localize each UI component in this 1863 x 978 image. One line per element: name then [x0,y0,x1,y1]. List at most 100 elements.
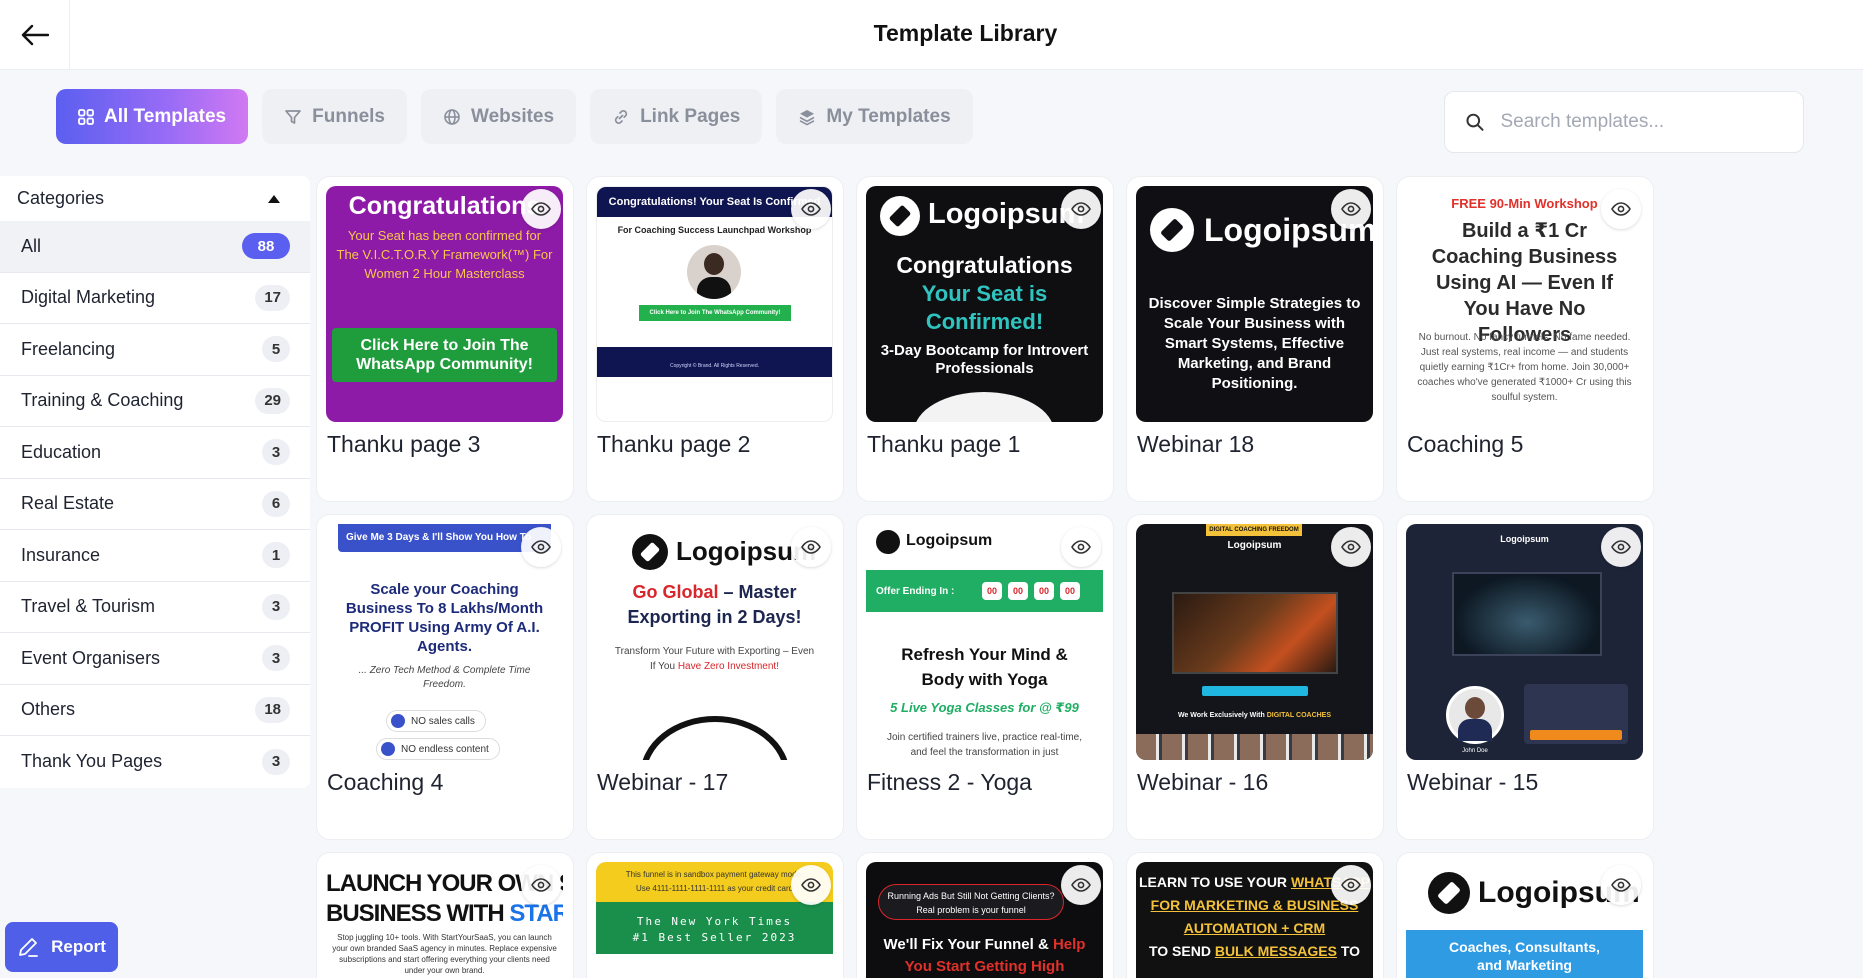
category-others[interactable]: Others 18 [0,685,310,736]
eye-icon [1341,878,1361,892]
thumb-title: Congratulations [896,252,1073,278]
category-label: Real Estate [21,493,115,514]
template-card[interactable]: Logoipsum Coaches, Consultants, and Mark… [1396,852,1654,978]
category-freelancing[interactable]: Freelancing 5 [0,324,310,376]
template-name: Webinar 18 [1137,431,1255,457]
category-training-coaching[interactable]: Training & Coaching 29 [0,376,310,427]
template-name: Coaching 4 [327,769,444,795]
thumb-progress [1202,686,1308,696]
thumb-line3: AUTOMATION + CRM [1183,920,1326,936]
tab-all-templates[interactable]: All Templates [56,89,249,144]
eye-icon [531,878,551,892]
tab-my-templates[interactable]: My Templates [776,89,973,144]
thumb-text: Discover Simple Strategies to Scale Your… [1148,295,1361,392]
template-card[interactable]: Running Ads But Still Not Getting Client… [856,852,1114,978]
preview-button[interactable] [1061,189,1101,229]
timer-box: 00 [1034,582,1054,600]
logo-mark [632,534,668,570]
offer-bar: Offer Ending In : 00 00 00 00 [866,570,1103,612]
eye-icon [1071,878,1091,892]
thumb-title: We'll Fix Your Funnel & Help [866,936,1103,953]
template-card[interactable]: Congratulations! Your Seat Is Confirmed … [586,176,844,502]
preview-button[interactable] [791,865,831,905]
search-icon [1466,113,1484,131]
thumb-title: Scale your Coaching Business To 8 Lakhs/… [345,581,544,655]
eye-icon [531,540,551,554]
thumb-highlight: Your Seat is Confirmed! [921,281,1048,334]
category-count: 88 [242,233,290,260]
preview-button[interactable] [1601,527,1641,567]
category-label: Education [21,441,102,462]
thumb-title: Build a ₹1 Cr Coaching Business Using AI… [1431,220,1618,346]
caret-up-icon [268,194,280,203]
template-card[interactable]: FREE 90-Min Workshop Build a ₹1 Cr Coach… [1396,176,1654,502]
thumb-sub: You Start Getting High [904,958,1065,975]
categories-sidebar: Categories All 88 Digital Marketing 17 Fre… [0,176,310,788]
category-count: 5 [262,336,290,363]
page-title: Template Library [873,20,1058,46]
grid-icon [78,108,94,125]
template-name: Webinar - 15 [1407,769,1539,795]
thumb-band: The New York Times #1 Best Seller 2023 [596,902,833,954]
category-count: 3 [262,748,290,775]
template-card[interactable]: LEARN TO USE YOUR WHATSAPP FOR MARKETING… [1126,852,1384,978]
category-all[interactable]: All 88 [0,221,310,273]
category-count: 1 [262,542,290,569]
offer-text: Offer Ending In : [876,585,955,597]
title-highlight: Go Global [632,582,719,602]
tab-label: All Templates [104,105,227,127]
template-card[interactable]: Logoipsum Congratulations Your Seat is C… [856,176,1114,502]
eye-icon [1611,878,1631,892]
template-card[interactable]: Congratulations Your Seat has been confi… [316,176,574,502]
template-name: Thanku page 1 [867,431,1021,457]
template-name: Webinar - 17 [597,769,729,795]
preview-button[interactable] [1601,865,1641,905]
category-label: Event Organisers [21,647,161,668]
thumb-kicker: DIGITAL COACHING FREEDOM [1206,524,1302,536]
tab-link-pages[interactable]: Link Pages [590,89,763,144]
template-card[interactable]: Logoipsum Offer Ending In : 00 00 00 00 … [856,514,1114,840]
eye-icon [801,202,821,216]
band-text: Coaches, Consultants, and Marketing [1449,939,1600,973]
category-thank-you-pages[interactable]: Thank You Pages 3 [0,736,310,788]
thumb-pill: Running Ads But Still Not Getting Client… [878,884,1064,920]
footer-text: We Work Exclusively With [1177,712,1267,719]
thumb-line4: TO SEND BULK MESSAGES TO [1136,943,1373,959]
tab-websites[interactable]: Websites [420,89,577,144]
thumb-text: Join certified trainers live, practice r… [886,732,1083,758]
category-insurance[interactable]: Insurance 1 [0,530,310,582]
preview-button[interactable] [1061,865,1101,905]
preview-button[interactable] [791,527,831,567]
category-count: 6 [262,490,290,517]
categories-header[interactable]: Categories [0,176,310,221]
report-button[interactable]: Report [5,922,118,972]
template-card[interactable]: Logoipsum John Doe Webinar - 15 [1396,514,1654,840]
template-card[interactable]: DIGITAL COACHING FREEDOM Logoipsum We Wo… [1126,514,1384,840]
preview-button[interactable] [1331,865,1371,905]
template-card[interactable]: Logoipsum Discover Simple Strategies to … [1126,176,1384,502]
preview-button[interactable] [1601,189,1641,229]
category-travel-tourism[interactable]: Travel & Tourism 3 [0,582,310,633]
template-card[interactable]: Logoipsum Go Global – Master Exporting i… [586,514,844,840]
category-count: 3 [262,645,290,672]
preview-button[interactable] [1331,189,1371,229]
preview-button[interactable] [521,189,561,229]
tab-funnels[interactable]: Funnels [262,89,407,144]
category-digital-marketing[interactable]: Digital Marketing 17 [0,273,310,324]
template-card[interactable]: LAUNCH YOUR OWN SAAS BUSINESS WITH START… [316,852,574,978]
preview-button[interactable] [791,189,831,229]
pill-line: Real problem is your funnel [916,905,1026,915]
preview-button[interactable] [1061,527,1101,567]
category-real-estate[interactable]: Real Estate 6 [0,479,310,530]
category-education[interactable]: Education 3 [0,427,310,479]
template-card[interactable]: This funnel is in sandbox payment gatewa… [586,852,844,978]
search-input[interactable] [1500,111,1783,133]
preview-button[interactable] [1331,527,1371,567]
preview-button[interactable] [521,527,561,567]
preview-button[interactable] [521,865,561,905]
top-header: Template Library [0,0,1863,70]
check-circle-icon [391,714,405,728]
category-event-organisers[interactable]: Event Organisers 3 [0,633,310,685]
line4-text: TO SEND [1148,943,1215,959]
template-card[interactable]: Give Me 3 Days & I'll Show You How To Sc… [316,514,574,840]
